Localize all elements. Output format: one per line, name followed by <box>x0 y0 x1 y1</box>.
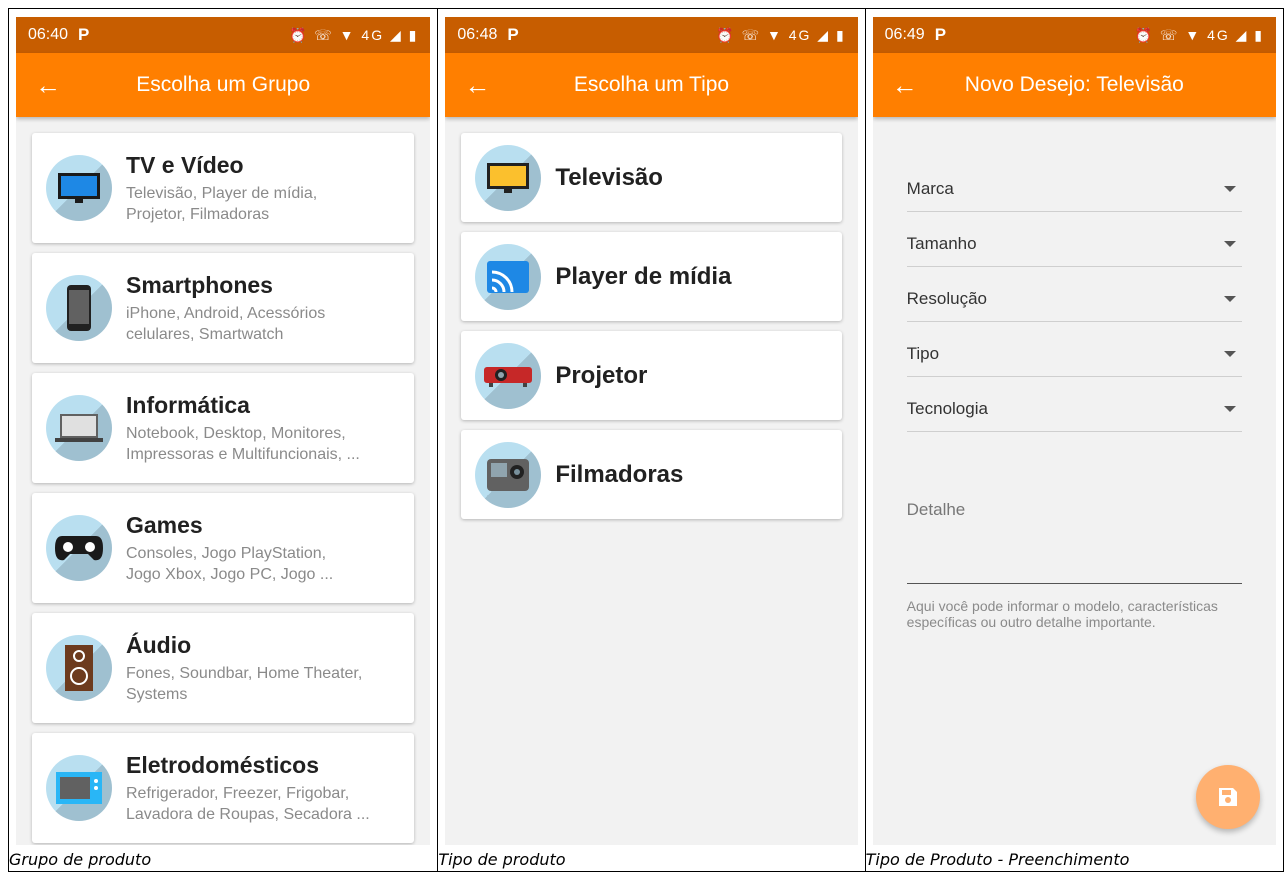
status-time: 06:49 <box>884 26 925 43</box>
page-title: Escolha um Tipo <box>573 73 730 96</box>
dropdown-label: Marca <box>906 179 954 198</box>
parking-icon: P <box>507 25 519 44</box>
dropdown-label: Tamanho <box>906 234 977 253</box>
parking-icon: P <box>78 25 90 44</box>
tecnologia-dropdown[interactable]: Tecnologia <box>906 377 1242 432</box>
microwave-icon <box>46 755 112 821</box>
cast-icon <box>475 243 542 310</box>
group-list: TV e Vídeo Televisão, Player de mídia, P… <box>16 117 430 843</box>
panel-caption: Grupo de produto <box>9 850 152 869</box>
status-icons: ⏰ ☏ ▼ 4G ◢ ▮ <box>1134 26 1264 43</box>
group-title: Games <box>126 511 203 538</box>
camcorder-icon <box>475 441 542 508</box>
arrow-left-icon[interactable]: ← <box>873 70 937 101</box>
group-subtitle: Impressoras e Multifuncionais, ... <box>126 445 360 463</box>
dropdown-label: Tipo <box>906 344 940 363</box>
tipo-dropdown[interactable]: Tipo <box>906 322 1242 377</box>
arrow-left-icon[interactable]: ← <box>445 70 509 101</box>
app-bar: ← Escolha um Grupo <box>16 53 431 117</box>
status-bar: 06:48 P ⏰ ☏ ▼ 4G ◢ ▮ <box>445 17 858 53</box>
status-time: 06:48 <box>457 26 498 43</box>
group-subtitle: Refrigerador, Freezer, Frigobar, <box>126 784 350 802</box>
group-title: Smartphones <box>126 271 273 298</box>
type-card-projetor[interactable]: Projetor <box>461 331 842 420</box>
group-subtitle: Systems <box>126 685 188 703</box>
group-card-tv[interactable]: TV e Vídeo Televisão, Player de mídia, P… <box>32 133 415 243</box>
group-title: TV e Vídeo <box>126 151 244 178</box>
television-icon <box>475 144 542 211</box>
status-time: 06:40 <box>28 26 69 43</box>
save-icon <box>1219 788 1237 806</box>
panel-caption: Tipo de produto <box>438 850 566 869</box>
dropdown-arrow-icon <box>1224 351 1236 357</box>
type-title: Televisão <box>555 163 663 191</box>
dropdown-arrow-icon <box>1224 406 1236 412</box>
group-subtitle: Fones, Soundbar, Home Theater, <box>126 664 363 682</box>
type-title: Player de mídia <box>555 262 732 290</box>
dropdown-arrow-icon <box>1224 186 1236 192</box>
wish-form: Marca Tamanho Resolução Tipo Tecnologia <box>873 117 1276 630</box>
type-card-televisao[interactable]: Televisão <box>461 133 842 222</box>
save-button[interactable] <box>1196 765 1260 829</box>
group-subtitle: iPhone, Android, Acessórios <box>126 304 326 322</box>
tv-icon <box>46 155 112 221</box>
phone-screen: 06:48 P ⏰ ☏ ▼ 4G ◢ ▮ ← Escolha um Tipo T… <box>445 17 858 845</box>
group-card-informatica[interactable]: Informática Notebook, Desktop, Monitores… <box>32 373 415 483</box>
dropdown-label: Resolução <box>906 289 987 308</box>
detail-label: Detalhe <box>906 500 966 519</box>
page-title: Novo Desejo: Televisão <box>964 73 1184 96</box>
type-title: Projetor <box>555 361 648 389</box>
type-list: Televisão Player de mídia Projetor Filma… <box>445 117 857 519</box>
type-card-player[interactable]: Player de mídia <box>461 232 842 321</box>
group-card-games[interactable]: Games Consoles, Jogo PlayStation, Jogo X… <box>32 493 415 603</box>
speaker-icon <box>46 635 112 701</box>
app-bar: ← Escolha um Tipo <box>445 53 858 117</box>
type-title: Filmadoras <box>555 460 684 488</box>
smartphone-icon <box>46 275 112 341</box>
gamepad-icon <box>46 515 112 581</box>
status-icons: ⏰ ☏ ▼ 4G ◢ ▮ <box>288 26 419 43</box>
group-card-audio[interactable]: Áudio Fones, Soundbar, Home Theater, Sys… <box>32 613 415 723</box>
screenshot-grid: 06:40 P ⏰ ☏ ▼ 4G ◢ ▮ ← Escolha um Grupo … <box>8 8 1284 872</box>
group-subtitle: Lavadora de Roupas, Secadora ... <box>126 805 370 823</box>
tamanho-dropdown[interactable]: Tamanho <box>906 212 1242 267</box>
dropdown-label: Tecnologia <box>906 399 988 418</box>
status-bar: 06:40 P ⏰ ☏ ▼ 4G ◢ ▮ <box>16 17 431 53</box>
group-title: Informática <box>126 391 250 418</box>
panel-preenchimento: 06:49 P ⏰ ☏ ▼ 4G ◢ ▮ ← Novo Desejo: Tele… <box>866 9 1283 871</box>
detail-field[interactable]: Detalhe <box>906 500 1242 584</box>
phone-screen: 06:40 P ⏰ ☏ ▼ 4G ◢ ▮ ← Escolha um Grupo … <box>16 17 431 845</box>
group-subtitle: Consoles, Jogo PlayStation, <box>126 544 327 562</box>
page-title: Escolha um Grupo <box>136 73 311 96</box>
group-card-eletrodomesticos[interactable]: Eletrodomésticos Refrigerador, Freezer, … <box>32 733 415 843</box>
arrow-left-icon[interactable]: ← <box>16 70 80 101</box>
projector-icon <box>475 342 542 409</box>
group-title: Eletrodomésticos <box>126 751 319 778</box>
group-subtitle: Projetor, Filmadoras <box>126 205 270 223</box>
detail-helper-text: Aqui você pode informar o modelo, caract… <box>906 598 1218 630</box>
group-card-smartphones[interactable]: Smartphones iPhone, Android, Acessórios … <box>32 253 415 363</box>
group-subtitle: Televisão, Player de mídia, <box>126 184 318 202</box>
group-title: Áudio <box>126 631 192 658</box>
panel-caption: Tipo de Produto - Preenchimento <box>865 850 1130 869</box>
marca-dropdown[interactable]: Marca <box>906 157 1242 212</box>
status-bar: 06:49 P ⏰ ☏ ▼ 4G ◢ ▮ <box>872 17 1276 53</box>
laptop-icon <box>46 395 112 461</box>
type-card-filmadoras[interactable]: Filmadoras <box>461 430 842 519</box>
parking-icon: P <box>934 25 947 44</box>
dropdown-arrow-icon <box>1224 241 1236 247</box>
dropdown-arrow-icon <box>1224 296 1236 302</box>
group-subtitle: Notebook, Desktop, Monitores, <box>126 424 346 442</box>
group-subtitle: celulares, Smartwatch <box>126 325 284 343</box>
status-icons: ⏰ ☏ ▼ 4G ◢ ▮ <box>716 26 846 43</box>
resolucao-dropdown[interactable]: Resolução <box>906 267 1242 322</box>
group-subtitle: Jogo Xbox, Jogo PC, Jogo ... <box>126 565 334 583</box>
app-bar: ← Novo Desejo: Televisão <box>872 53 1276 117</box>
phone-screen: 06:49 P ⏰ ☏ ▼ 4G ◢ ▮ ← Novo Desejo: Tele… <box>872 17 1276 845</box>
panel-tipo: 06:48 P ⏰ ☏ ▼ 4G ◢ ▮ ← Escolha um Tipo T… <box>438 9 866 871</box>
panel-grupo: 06:40 P ⏰ ☏ ▼ 4G ◢ ▮ ← Escolha um Grupo … <box>9 9 439 871</box>
